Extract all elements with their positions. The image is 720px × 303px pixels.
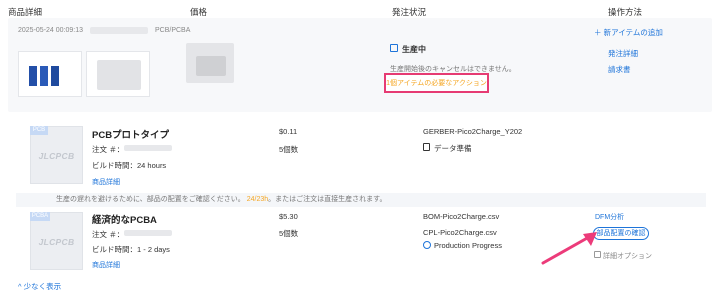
pcba-product-image[interactable] bbox=[86, 51, 150, 97]
pcba-details-link[interactable]: 商品詳細 bbox=[92, 260, 120, 270]
pcba-item-title: 経済的なPCBA bbox=[92, 215, 157, 226]
header-actions: 操作方法 bbox=[608, 7, 643, 17]
annotation-arrow-icon bbox=[541, 232, 597, 265]
add-new-item-link[interactable]: ＋ 新アイテムの追加 bbox=[594, 27, 663, 38]
placement-notice: 生産の遅れを避けるために、部品の配置をご確認ください。 24/23h。またはご注… bbox=[16, 193, 706, 207]
action-required-badge[interactable]: 1個アイテムの必要なアクション bbox=[384, 73, 489, 93]
notice-countdown: 24/23h bbox=[246, 196, 269, 203]
pcba-price: $5.30 bbox=[279, 212, 298, 221]
show-less-label: 少なく表示 bbox=[23, 282, 62, 291]
progress-clock-icon bbox=[423, 241, 431, 249]
order-details-link[interactable]: 発注詳細 bbox=[608, 48, 638, 59]
pcb-board-graphic-2 bbox=[40, 66, 48, 86]
detail-options-link[interactable]: 詳細オプション bbox=[603, 251, 652, 261]
pcb-status: データ準備 bbox=[434, 144, 472, 153]
pcba-order-number-label: 注文 ＃： bbox=[92, 230, 125, 239]
notice-text-after: 。またはご注文は直接生産されます。 bbox=[268, 196, 387, 203]
pcb-quantity: 5個数 bbox=[279, 145, 299, 154]
pcb-order-number-label: 注文 ＃： bbox=[92, 145, 125, 154]
jlcpcb-watermark: JLCPCB bbox=[38, 237, 75, 247]
header-order-status: 発注状況 bbox=[392, 7, 427, 17]
pcb-build-time: ビルド時間：24 hours bbox=[92, 161, 167, 170]
dfm-analysis-link[interactable]: DFM分析 bbox=[595, 212, 624, 222]
pcba-quantity: 5個数 bbox=[279, 229, 299, 238]
redacted-image bbox=[97, 60, 141, 90]
data-prep-icon bbox=[423, 143, 430, 151]
redacted-order-number bbox=[124, 230, 172, 236]
redacted-order-number bbox=[124, 145, 172, 151]
pcb-product-image[interactable] bbox=[18, 51, 82, 97]
pcba-production-progress[interactable]: Production Progress bbox=[434, 241, 502, 250]
redacted-order-id bbox=[90, 27, 148, 34]
redacted-price-inner bbox=[196, 56, 226, 76]
invoice-link[interactable]: 請求書 bbox=[608, 64, 631, 75]
order-status-label: 生産中 bbox=[402, 45, 426, 54]
pcba-build-time: ビルド時間：1 - 2 days bbox=[92, 245, 170, 254]
notice-text-before: 生産の遅れを避けるために、部品の配置をご確認ください。 bbox=[56, 196, 245, 203]
pcb-item-title: PCBプロトタイプ bbox=[92, 130, 170, 141]
pcba-chip: PCBA bbox=[30, 212, 50, 221]
pcb-chip: PCB bbox=[30, 126, 48, 135]
pcb-board-graphic bbox=[29, 66, 37, 86]
pcba-bom-file[interactable]: BOM-Pico2Charge.csv bbox=[423, 212, 499, 221]
pcb-price: $0.11 bbox=[279, 127, 298, 136]
document-icon bbox=[390, 44, 398, 52]
pcb-gerber-file[interactable]: GERBER-Pico2Charge_Y202 bbox=[423, 127, 522, 136]
order-type: PCB/PCBA bbox=[155, 27, 191, 34]
jlcpcb-watermark: JLCPCB bbox=[38, 151, 75, 161]
header-product-details: 商品詳細 bbox=[8, 7, 43, 17]
show-less-link[interactable]: ^ 少なく表示 bbox=[18, 281, 61, 292]
pcb-board-graphic-3 bbox=[51, 66, 59, 86]
order-timestamp: 2025-05-24 00:09:13 bbox=[18, 27, 83, 34]
header-price: 価格 bbox=[190, 7, 208, 17]
pcba-cpl-file[interactable]: CPL-Pico2Charge.csv bbox=[423, 228, 497, 237]
pcb-details-link[interactable]: 商品詳細 bbox=[92, 177, 120, 187]
